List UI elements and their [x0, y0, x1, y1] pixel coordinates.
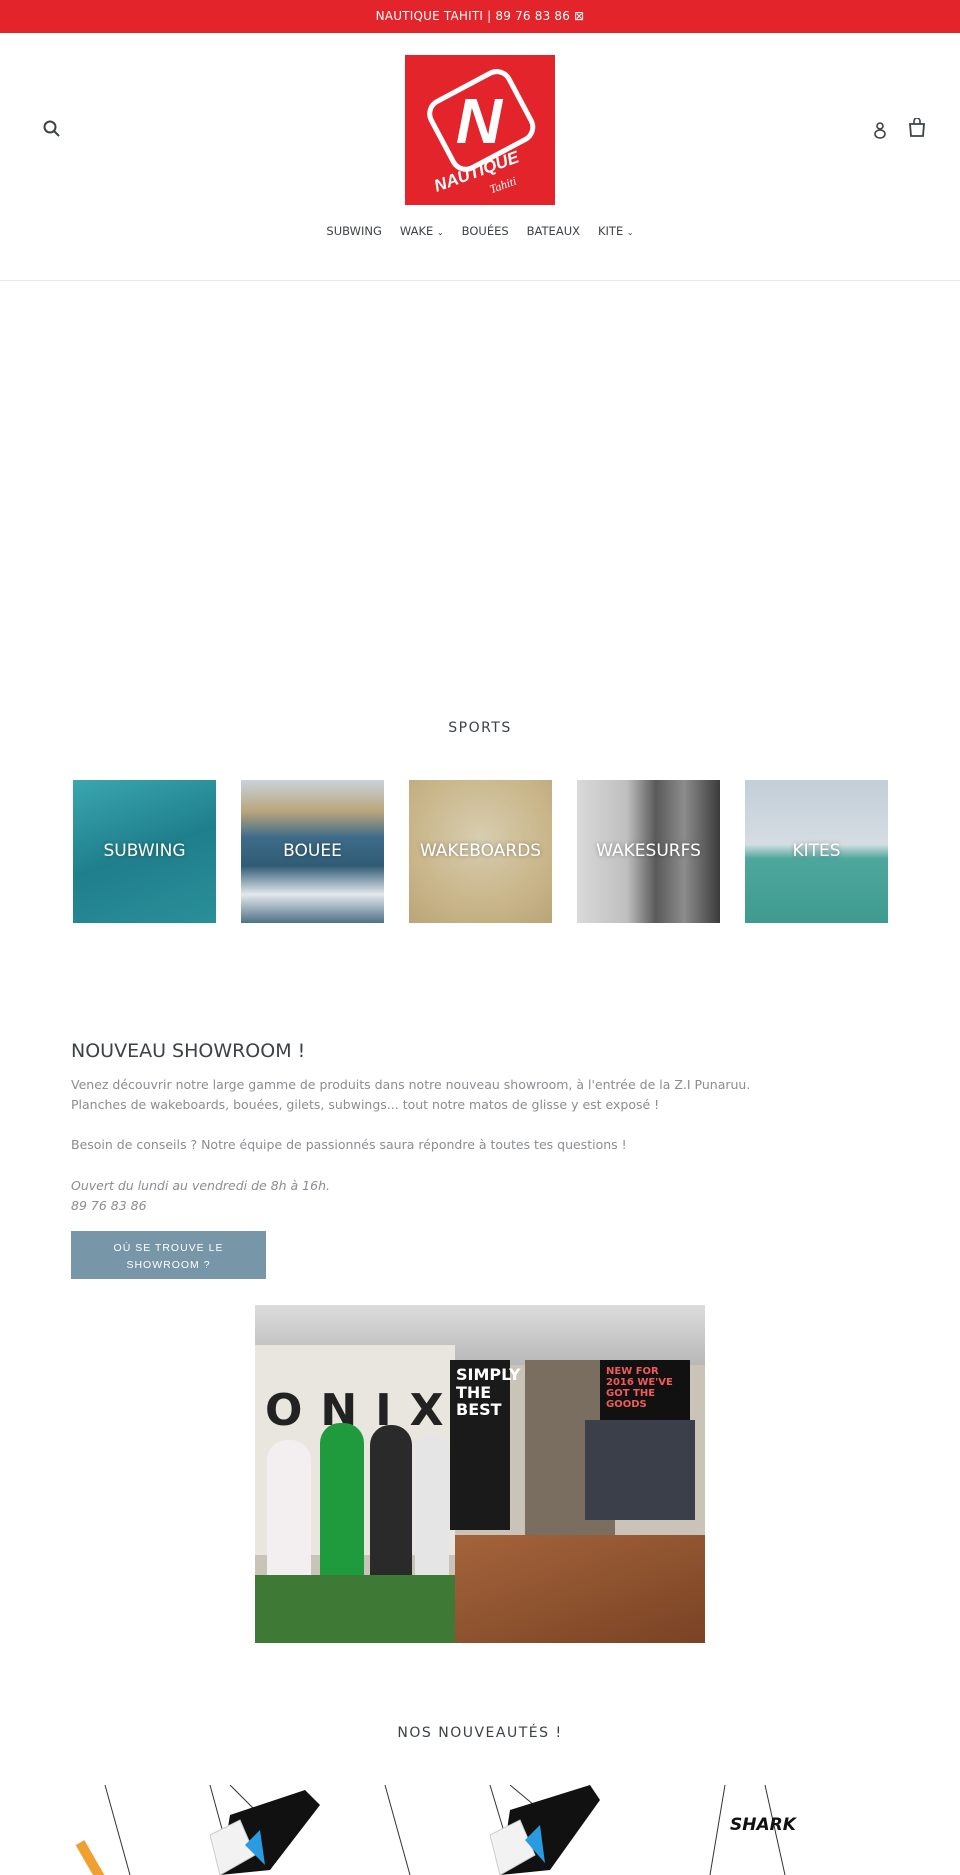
- nav-wake-label: WAKE: [399, 224, 434, 238]
- nav-subwing[interactable]: SUBWING: [326, 224, 381, 238]
- showroom-text-1: Venez découvrir notre large gamme de pro…: [71, 1077, 751, 1092]
- product-card-3[interactable]: SHARK: [640, 1785, 900, 1875]
- announcement-text: NAUTIQUE TAHITI | 89 76 83 86 ⊠: [375, 9, 585, 23]
- showroom-photo: ONIX SIMPLY THE BEST NEW FOR 2016 WE'VE …: [255, 1305, 705, 1643]
- nav-wake[interactable]: WAKE ⌄: [400, 224, 444, 238]
- search-icon[interactable]: [43, 120, 61, 142]
- sports-title: SPORTS: [448, 720, 512, 736]
- product-card-2[interactable]: [380, 1785, 640, 1875]
- header-divider: [0, 280, 960, 281]
- photo-poster-2: NEW FOR 2016 WE'VE GOT THE GOODS: [600, 1360, 690, 1420]
- svg-text:Tahiti: Tahiti: [488, 174, 519, 195]
- tile-wakeboards[interactable]: WAKEBOARDS: [409, 780, 552, 923]
- product-card-1[interactable]: [70, 1785, 330, 1875]
- nav-kite[interactable]: KITE ⌄: [598, 224, 634, 238]
- tile-wakesurfs[interactable]: WAKESURFS: [577, 780, 720, 923]
- shark-logo: SHARK: [730, 1815, 796, 1835]
- svg-text:N: N: [456, 85, 504, 157]
- nav-kite-label: KITE: [598, 224, 624, 238]
- nav-bouees[interactable]: BOUÉES: [462, 224, 509, 238]
- showroom-hours: Ouvert du lundi au vendredi de 8h à 16h.: [71, 1178, 330, 1193]
- tile-label: KITES: [792, 841, 841, 862]
- showroom-location-button[interactable]: OÙ SE TROUVE LE SHOWROOM ?: [71, 1231, 266, 1279]
- main-nav: SUBWING WAKE ⌄ BOUÉES BATEAUX KITE ⌄: [0, 224, 960, 238]
- photo-poster-1: SIMPLY THE BEST: [450, 1360, 520, 1530]
- tile-label: BOUEE: [283, 841, 342, 862]
- new-products-title: NOS NOUVEAUTÉS !: [397, 1725, 563, 1741]
- tile-label: SUBWING: [103, 841, 186, 862]
- tile-label: WAKESURFS: [596, 841, 701, 862]
- tile-label: WAKEBOARDS: [419, 841, 542, 862]
- showroom-text-2: Planches de wakeboards, bouées, gilets, …: [71, 1097, 660, 1112]
- chevron-down-icon: ⌄: [626, 228, 634, 237]
- account-icon[interactable]: [873, 121, 887, 143]
- chevron-down-icon: ⌄: [436, 228, 444, 237]
- tile-bouee[interactable]: BOUEE: [241, 780, 384, 923]
- tile-kites[interactable]: KITES: [745, 780, 888, 923]
- nav-bateaux[interactable]: BATEAUX: [527, 224, 580, 238]
- logo[interactable]: N NAUTIQUE Tahiti: [405, 55, 555, 205]
- showroom-title: NOUVEAU SHOWROOM !: [71, 1040, 306, 1062]
- cart-icon[interactable]: [908, 117, 926, 142]
- showroom-text-3: Besoin de conseils ? Notre équipe de pas…: [71, 1137, 627, 1152]
- tile-subwing[interactable]: SUBWING: [73, 780, 216, 923]
- announcement-bar: NAUTIQUE TAHITI | 89 76 83 86 ⊠: [0, 0, 960, 33]
- showroom-phone: 89 76 83 86: [71, 1198, 147, 1213]
- photo-brand-text: ONIX: [265, 1385, 462, 1436]
